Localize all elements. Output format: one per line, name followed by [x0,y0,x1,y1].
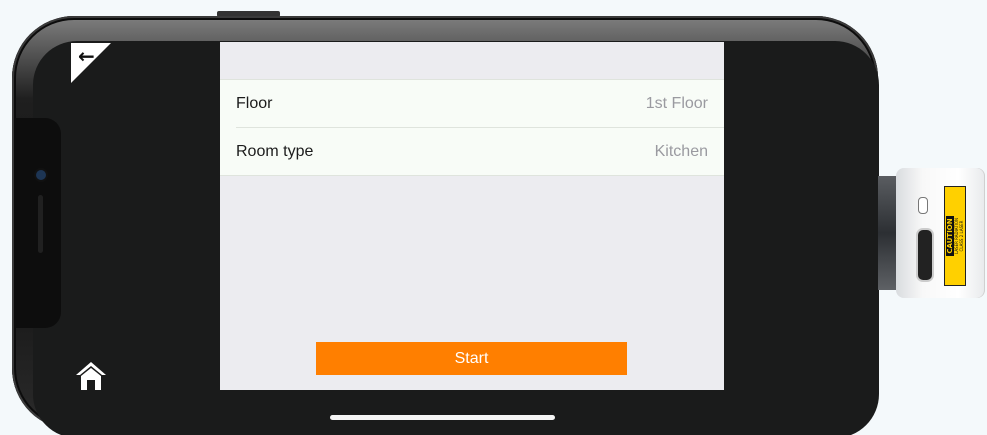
device-body [896,168,985,298]
app-panel: Floor 1st Floor Room type Kitchen Start [220,42,724,390]
caution-class: CLASS 2 LASER [959,220,964,252]
start-button[interactable]: Start [316,342,627,375]
caution-label: CAUTION LASER RADIATION CLASS 2 LASER [944,186,966,286]
floor-label: Floor [236,94,273,112]
laser-measure-device: CAUTION LASER RADIATION CLASS 2 LASER [878,168,987,298]
stage: ← Floor 1st Floor Room type Kitchen Star… [0,0,987,435]
caution-label-text: CAUTION LASER RADIATION CLASS 2 LASER [946,188,964,284]
device-connector [878,176,898,290]
floor-row[interactable]: Floor 1st Floor [236,80,724,127]
room-type-row[interactable]: Room type Kitchen [236,127,724,175]
home-icon [76,362,106,390]
floor-value: 1st Floor [645,94,708,112]
settings-list: Floor 1st Floor Room type Kitchen [220,79,724,176]
home-indicator [330,415,555,420]
room-type-label: Room type [236,142,314,160]
front-camera [36,170,46,180]
device-led-indicator [918,197,928,214]
device-laser-port [916,228,934,282]
room-type-value: Kitchen [654,142,708,160]
home-button[interactable] [74,360,108,392]
caution-title: CAUTION [946,216,954,256]
earpiece-speaker [38,195,43,253]
